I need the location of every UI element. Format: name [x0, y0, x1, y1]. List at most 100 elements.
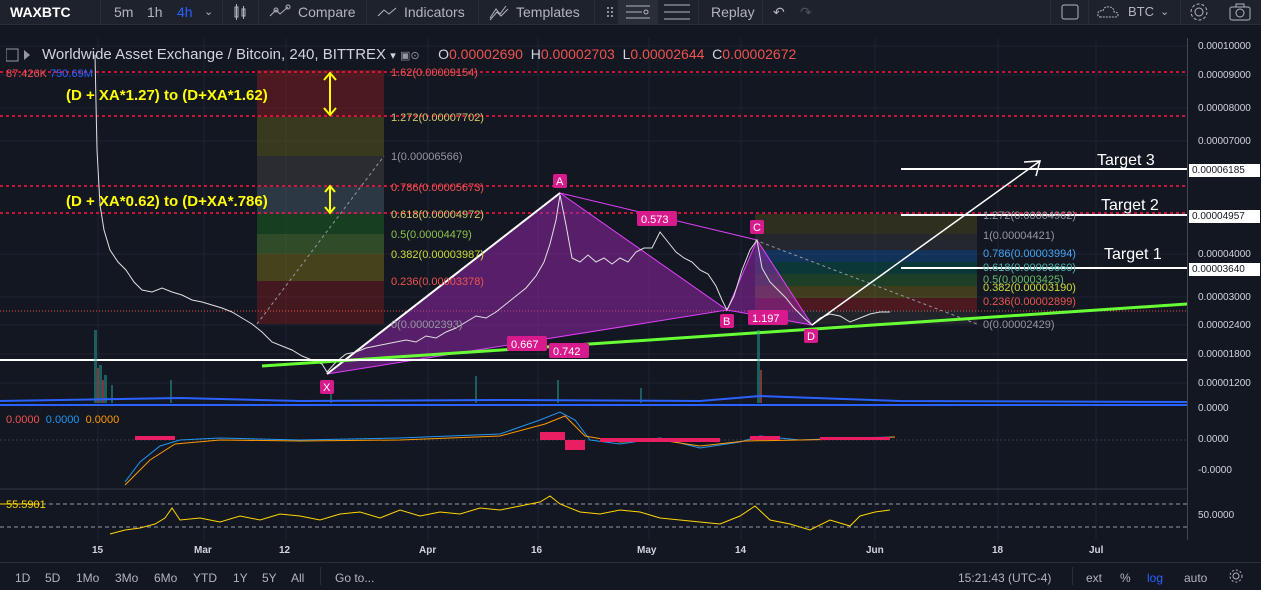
log-toggle[interactable]: log — [1147, 571, 1163, 585]
time-axis-label: May — [637, 545, 657, 556]
goto-button[interactable]: Go to... — [335, 571, 374, 585]
high-value: 0.00002703 — [540, 46, 615, 62]
replay-layout-icon[interactable] — [662, 0, 692, 24]
divider — [100, 0, 101, 24]
lower-range-annotation[interactable]: (D + XA*0.62) to (D+XA*.786) — [66, 193, 268, 210]
camera-icon[interactable] — [1228, 0, 1252, 24]
chevron-down-icon[interactable]: ⌄ — [204, 0, 213, 24]
range-1mo[interactable]: 1Mo — [76, 571, 99, 585]
settings-gear-icon[interactable] — [1228, 567, 1244, 588]
high-label: H — [530, 46, 541, 62]
range-1d[interactable]: 1D — [15, 571, 30, 585]
cloud-icon[interactable] — [1096, 0, 1120, 24]
range-5d[interactable]: 5D — [45, 571, 60, 585]
time-axis-label: 16 — [531, 545, 543, 556]
interval-1h[interactable]: 1h — [147, 0, 163, 24]
point-b-label: B — [723, 316, 730, 328]
target-3-label[interactable]: Target 3 — [1097, 152, 1155, 170]
symbol-title[interactable]: Worldwide Asset Exchange / Bitcoin, 240,… — [42, 46, 386, 63]
point-x-label: X — [323, 382, 331, 394]
ratio-xb: 0.742 — [553, 346, 581, 358]
interval-4h[interactable]: 4h — [177, 0, 193, 24]
fib-left-1.272: 1.272(0.00007702) — [391, 112, 484, 124]
target-1-label[interactable]: Target 1 — [1104, 246, 1162, 264]
fib-right-0.618: 0.618(0.00003660) — [983, 262, 1076, 274]
point-a-label: A — [556, 176, 564, 188]
target-2-label[interactable]: Target 2 — [1101, 197, 1159, 215]
settings-gear-icon[interactable] — [1188, 0, 1210, 24]
chart-legend: Worldwide Asset Exchange / Bitcoin, 240,… — [42, 46, 796, 63]
rsi-line — [109, 495, 891, 535]
interval-5m[interactable]: 5m — [114, 0, 133, 24]
fib-right-0: 0(0.00002429) — [983, 319, 1055, 331]
auto-toggle[interactable]: auto — [1184, 571, 1207, 585]
volume-red-value: 87.426K — [6, 68, 47, 80]
ext-toggle[interactable]: ext — [1086, 571, 1102, 585]
indicators-button[interactable]: Indicators — [404, 0, 465, 24]
symbol-search[interactable]: WAXBTC — [10, 0, 71, 24]
divider — [1072, 567, 1073, 585]
macd-axis-label: 0.0000 — [1198, 434, 1229, 445]
price-chart[interactable]: 1.62(0.00009154) 1.272(0.00007702) 1(0.0… — [0, 38, 1187, 540]
price-axis-label: 0.00008000 — [1198, 103, 1251, 114]
macd-axis-label: 0.0000 — [1198, 403, 1229, 414]
fullscreen-icon[interactable] — [1061, 0, 1079, 24]
range-6mo[interactable]: 6Mo — [154, 571, 177, 585]
range-all[interactable]: All — [291, 571, 304, 585]
ratio-xab: 0.667 — [511, 339, 539, 351]
range-1y[interactable]: 1Y — [233, 571, 248, 585]
price-axis-label: 0.00001800 — [1198, 349, 1251, 360]
fib-right-0.382: 0.382(0.00003190) — [983, 282, 1076, 294]
divider — [366, 0, 367, 24]
divider — [762, 0, 763, 24]
fib-right-0.786: 0.786(0.00003994) — [983, 248, 1076, 260]
volume-legend: 87.426K 750.69M — [6, 68, 93, 80]
fib-right-1: 1(0.00004421) — [983, 230, 1055, 242]
range-5y[interactable]: 5Y — [262, 571, 277, 585]
layout-icon[interactable] — [618, 0, 658, 24]
chevron-down-icon[interactable]: ⌄ — [1160, 0, 1169, 24]
price-axis-label: 0.00001200 — [1198, 378, 1251, 389]
volume-ma-line — [0, 394, 1187, 403]
divider — [320, 567, 321, 585]
currency-selector[interactable]: BTC — [1128, 0, 1154, 24]
chevron-down-icon[interactable]: ▾ — [390, 50, 396, 62]
price-axis-label: 0.00010000 — [1198, 41, 1251, 52]
rsi-legend: 55.5901 — [6, 499, 46, 511]
compare-icon[interactable] — [268, 0, 292, 24]
fib-extension-left[interactable] — [256, 70, 385, 325]
range-ytd[interactable]: YTD — [193, 571, 217, 585]
legend-flag-icon — [5, 48, 36, 67]
divider — [1180, 0, 1181, 24]
upper-range-annotation[interactable]: (D + XA*1.27) to (D+XA*1.62) — [66, 87, 268, 104]
clock-time[interactable]: 15:21:43 (UTC-4) — [958, 571, 1051, 585]
macd-value-2: 0.0000 — [45, 414, 80, 426]
volume-blue-value: 750.69M — [50, 68, 93, 80]
candles-icon[interactable] — [232, 0, 248, 24]
macd-line — [124, 411, 896, 483]
bottom-toolbar: 1D 5D 1Mo 3Mo 6Mo YTD 1Y 5Y All Go to...… — [0, 562, 1261, 590]
close-label: C — [712, 46, 723, 62]
open-label: O — [438, 46, 449, 62]
price-axis-label: 0.00007000 — [1198, 136, 1251, 147]
top-toolbar: WAXBTC 5m 1h 4h ⌄ Compare Indicators Tem… — [0, 0, 1261, 25]
legend-controls-icon[interactable]: ▣⊙ — [400, 49, 434, 62]
low-value: 0.00002644 — [630, 46, 705, 62]
point-d-label: D — [807, 331, 815, 343]
fib-left-0.382: 0.382(0.00003987) — [391, 249, 484, 261]
templates-icon[interactable] — [488, 0, 510, 24]
compare-button[interactable]: Compare — [298, 0, 356, 24]
range-3mo[interactable]: 3Mo — [115, 571, 138, 585]
replay-button[interactable]: Replay — [711, 0, 755, 24]
fib-left-1: 1(0.00006566) — [391, 151, 463, 163]
percent-toggle[interactable]: % — [1120, 571, 1131, 585]
divider — [222, 0, 223, 24]
redo-icon[interactable]: ↷ — [800, 0, 812, 24]
divider — [594, 0, 595, 24]
time-axis-label: Apr — [419, 545, 437, 556]
drag-handle-icon[interactable] — [606, 0, 614, 24]
templates-button[interactable]: Templates — [516, 0, 580, 24]
macd-histogram — [135, 432, 890, 450]
indicators-icon[interactable] — [376, 0, 398, 24]
undo-icon[interactable]: ↶ — [773, 0, 785, 24]
